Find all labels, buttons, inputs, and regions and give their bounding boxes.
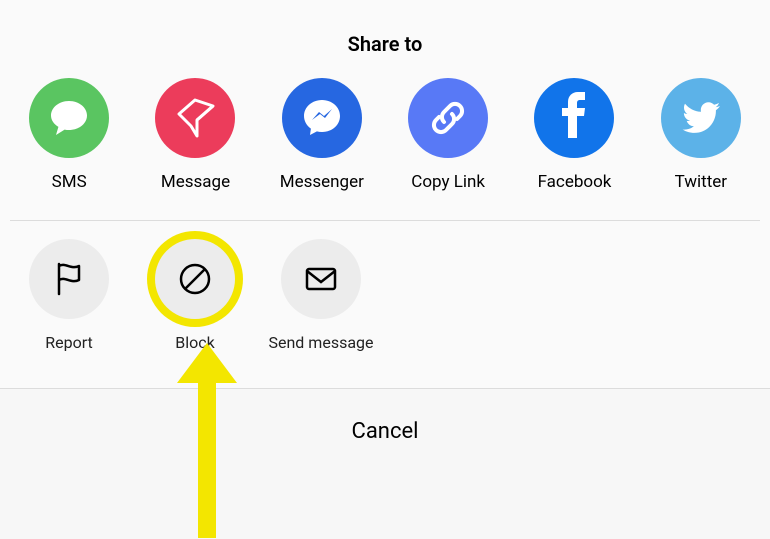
action-block[interactable]: Block: [132, 239, 258, 352]
share-copy-link[interactable]: Copy Link: [385, 78, 511, 192]
share-label: Facebook: [538, 172, 612, 192]
message-icon: [155, 78, 235, 158]
action-label: Report: [45, 333, 93, 352]
share-label: Message: [161, 172, 230, 192]
share-sheet: Share to SMS Message Messenger: [0, 0, 770, 488]
cancel-button[interactable]: Cancel: [0, 388, 770, 488]
share-facebook[interactable]: Facebook: [511, 78, 637, 192]
share-label: Twitter: [675, 172, 727, 192]
link-icon: [408, 78, 488, 158]
action-row: Report Block Send message: [0, 221, 770, 388]
block-icon: [155, 239, 235, 319]
sms-icon: [29, 78, 109, 158]
share-message[interactable]: Message: [132, 78, 258, 192]
action-label: Send message: [268, 333, 373, 352]
share-label: SMS: [52, 172, 87, 192]
share-label: Copy Link: [411, 172, 485, 192]
share-twitter[interactable]: Twitter: [638, 78, 764, 192]
share-messenger[interactable]: Messenger: [259, 78, 385, 192]
envelope-icon: [281, 239, 361, 319]
action-report[interactable]: Report: [6, 239, 132, 352]
facebook-icon: [534, 78, 614, 158]
share-row: SMS Message Messenger C: [0, 78, 770, 220]
share-label: Messenger: [280, 172, 364, 192]
action-send-message[interactable]: Send message: [258, 239, 384, 352]
share-sms[interactable]: SMS: [6, 78, 132, 192]
twitter-icon: [661, 78, 741, 158]
messenger-icon: [282, 78, 362, 158]
cancel-label: Cancel: [352, 419, 419, 444]
share-title: Share to: [0, 0, 770, 78]
action-label: Block: [175, 333, 214, 352]
flag-icon: [29, 239, 109, 319]
